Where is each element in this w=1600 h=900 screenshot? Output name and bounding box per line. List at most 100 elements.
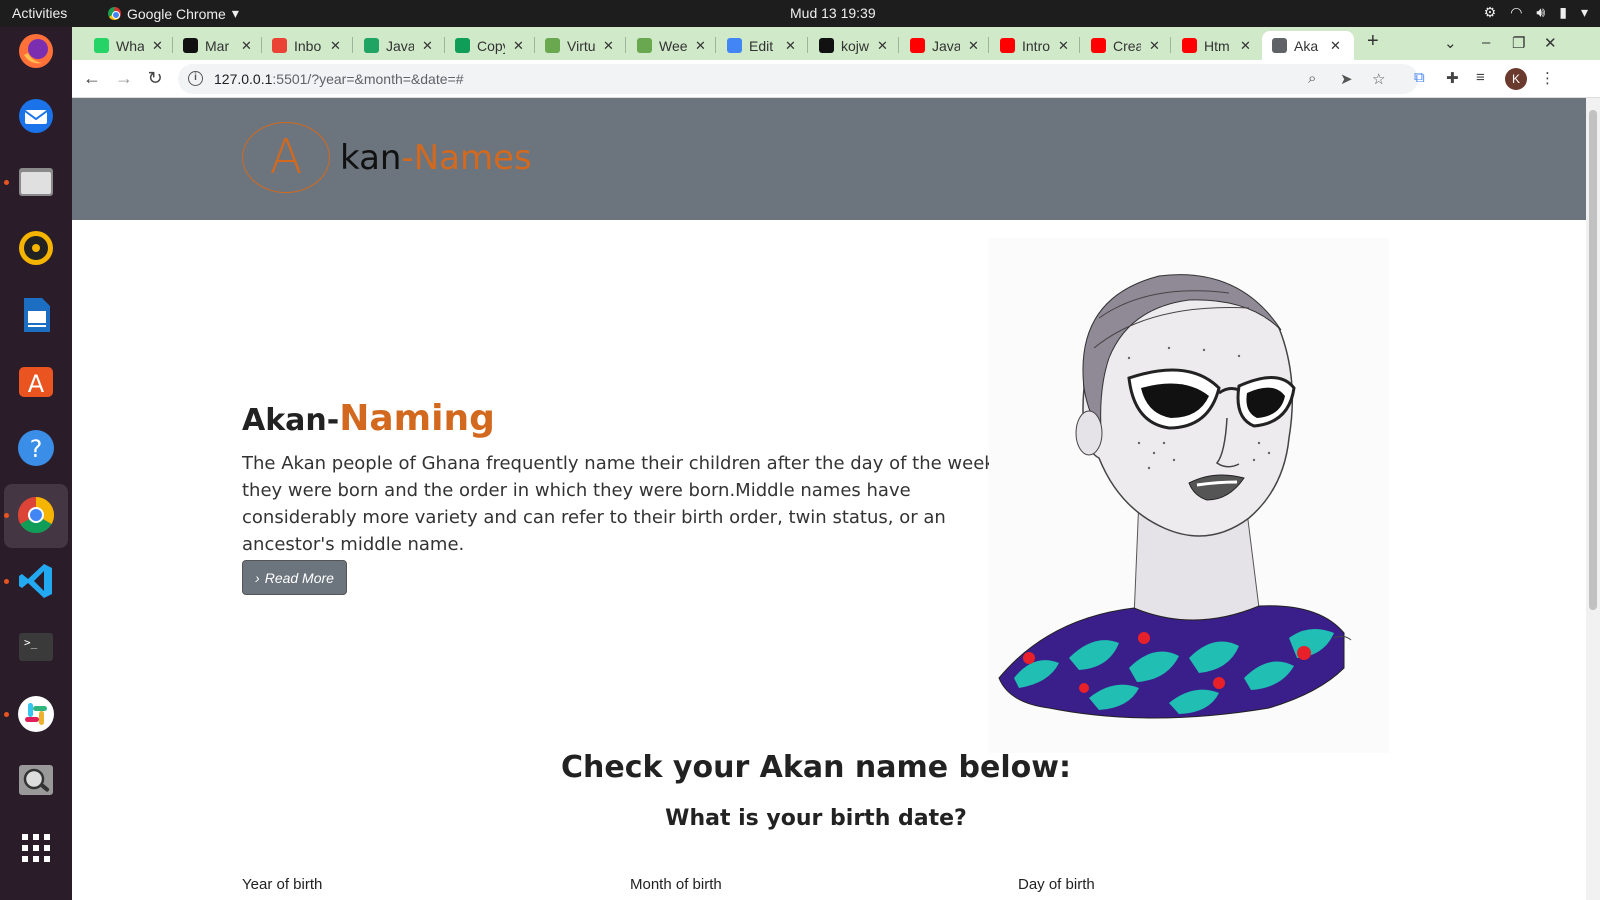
activities-button[interactable]: Activities <box>12 5 67 21</box>
url-text[interactable]: 127.0.0.1:5501/?year=&month=&date=# <box>214 71 463 87</box>
close-tab-icon[interactable]: ✕ <box>1058 38 1069 54</box>
dock-terminal[interactable]: >_ <box>12 623 60 671</box>
tab-0[interactable]: Wha ✕ <box>84 31 172 60</box>
youtube-icon <box>1000 38 1015 53</box>
tree-icon <box>545 38 560 53</box>
dock-show-apps[interactable] <box>12 824 60 872</box>
forward-icon[interactable]: → <box>112 68 136 88</box>
close-tab-icon[interactable]: ✕ <box>422 38 433 54</box>
site-info-icon[interactable]: i <box>188 71 203 86</box>
tab-search-icon[interactable]: ⌄ <box>1444 34 1457 52</box>
youtube-icon <box>1182 38 1197 53</box>
dock-screenshot[interactable] <box>12 756 60 804</box>
clock[interactable]: Mud 13 19:39 <box>790 5 876 21</box>
new-tab-icon[interactable]: + <box>1367 30 1379 53</box>
system-tray[interactable]: ⚙ ◠ 🔊︎ ▮ ▾ <box>1484 4 1588 21</box>
tab-5[interactable]: Virtu ✕ <box>535 31 625 60</box>
thunderbird-icon <box>19 99 53 133</box>
close-tab-icon[interactable]: ✕ <box>877 38 888 54</box>
chevron-right-icon: › <box>255 569 260 586</box>
send-icon[interactable]: ➤ <box>1340 70 1353 88</box>
close-tab-icon[interactable]: ✕ <box>968 38 979 54</box>
sheets-icon <box>455 38 470 53</box>
tab-separator <box>988 37 989 53</box>
heading-dark: Akan- <box>242 403 340 438</box>
close-tab-icon[interactable]: ✕ <box>152 38 163 54</box>
page-heading: Akan-Naming <box>242 398 495 439</box>
tab-4[interactable]: Copy ✕ <box>445 31 534 60</box>
extension-badge-icon[interactable]: ⧉ <box>1414 69 1425 86</box>
header-band: A kan-Names <box>72 98 1586 220</box>
dock-rhythmbox[interactable] <box>12 224 60 272</box>
restore-icon[interactable]: ❐ <box>1512 34 1525 52</box>
dock-slack[interactable] <box>4 690 60 738</box>
dock-chrome[interactable] <box>4 491 60 539</box>
tab-13[interactable]: Aka ✕ <box>1262 31 1354 60</box>
logo-text[interactable]: kan-Names <box>340 138 532 178</box>
read-more-button[interactable]: › Read More <box>242 560 347 595</box>
tab-6[interactable]: Wee ✕ <box>627 31 715 60</box>
svg-text:>_: >_ <box>24 636 38 649</box>
files-icon <box>19 168 53 196</box>
tab-label: Copy <box>477 37 505 54</box>
close-tab-icon[interactable]: ✕ <box>1149 38 1160 54</box>
tab-label: Wee <box>659 37 687 54</box>
tab-label: Htm <box>1204 37 1230 54</box>
github-icon <box>819 38 834 53</box>
close-tab-icon[interactable]: ✕ <box>603 38 614 54</box>
bookmark-star-icon[interactable]: ☆ <box>1372 70 1385 88</box>
tab-8[interactable]: kojw ✕ <box>809 31 898 60</box>
dock: A ? >_ <box>0 27 72 900</box>
tab-3[interactable]: Java ✕ <box>354 31 444 60</box>
software-icon: A <box>19 367 53 398</box>
tab-10[interactable]: Intro ✕ <box>990 31 1079 60</box>
close-tab-icon[interactable]: ✕ <box>785 38 796 54</box>
tab-label: Edit <box>749 37 774 54</box>
read-more-label: Read More <box>264 569 334 586</box>
tab-7[interactable]: Edit ✕ <box>717 31 807 60</box>
tab-2[interactable]: Inbo ✕ <box>262 31 352 60</box>
close-tab-icon[interactable]: ✕ <box>513 38 524 54</box>
chrome-menu-icon[interactable]: ⋮ <box>1540 69 1555 87</box>
dock-vscode[interactable] <box>4 557 60 605</box>
dock-thunderbird[interactable] <box>12 92 60 140</box>
zoom-icon[interactable]: ⌕ <box>1308 70 1316 87</box>
tab-label: Virtu <box>567 37 595 54</box>
back-icon[interactable]: ← <box>80 68 104 88</box>
close-tab-icon[interactable]: ✕ <box>241 38 252 54</box>
tree-icon <box>637 38 652 53</box>
tab-11[interactable]: Crea ✕ <box>1081 31 1170 60</box>
system-top-bar: Activities Google Chrome ▾ Mud 13 19:39 … <box>0 0 1600 27</box>
svg-text:A: A <box>28 370 45 398</box>
dock-help[interactable]: ? <box>12 424 60 472</box>
extensions-puzzle-icon[interactable]: ✚ <box>1446 69 1459 87</box>
day-of-birth-label: Day of birth <box>1018 876 1095 893</box>
profile-avatar[interactable]: K <box>1505 68 1527 90</box>
dock-firefox[interactable] <box>12 27 60 75</box>
reload-icon[interactable]: ↻ <box>143 68 167 88</box>
tab-1[interactable]: Mar ✕ <box>173 31 261 60</box>
close-tab-icon[interactable]: ✕ <box>1240 38 1251 54</box>
tab-separator <box>807 37 808 53</box>
app-menu[interactable]: Google Chrome ▾ <box>108 5 239 22</box>
logo-circle[interactable]: A <box>242 122 330 193</box>
close-tab-icon[interactable]: ✕ <box>1330 38 1341 54</box>
address-bar[interactable]: i 127.0.0.1:5501/?year=&month=&date=# ⌕ … <box>178 64 1418 94</box>
dock-writer[interactable] <box>12 291 60 339</box>
media-control-icon[interactable]: ≡ <box>1476 69 1485 86</box>
dock-software[interactable]: A <box>12 357 60 405</box>
logo-text-dark: kan <box>340 138 402 178</box>
close-tab-icon[interactable]: ✕ <box>695 38 706 54</box>
close-window-icon[interactable]: ✕ <box>1544 34 1557 52</box>
drive-icon <box>364 38 379 53</box>
dock-files[interactable] <box>4 158 60 206</box>
page-scrollbar[interactable] <box>1586 98 1600 900</box>
tab-separator <box>715 37 716 53</box>
tab-strip: ⌄ – ❐ ✕ Wha✕Mar✕Inbo✕Java✕Copy✕Virtu✕Wee… <box>72 27 1600 60</box>
minimize-icon[interactable]: – <box>1482 34 1490 51</box>
tab-12[interactable]: Htm ✕ <box>1172 31 1260 60</box>
tab-9[interactable]: Java ✕ <box>900 31 988 60</box>
tab-label: Java <box>386 37 414 54</box>
close-tab-icon[interactable]: ✕ <box>330 38 341 54</box>
scrollbar-thumb[interactable] <box>1589 110 1597 610</box>
